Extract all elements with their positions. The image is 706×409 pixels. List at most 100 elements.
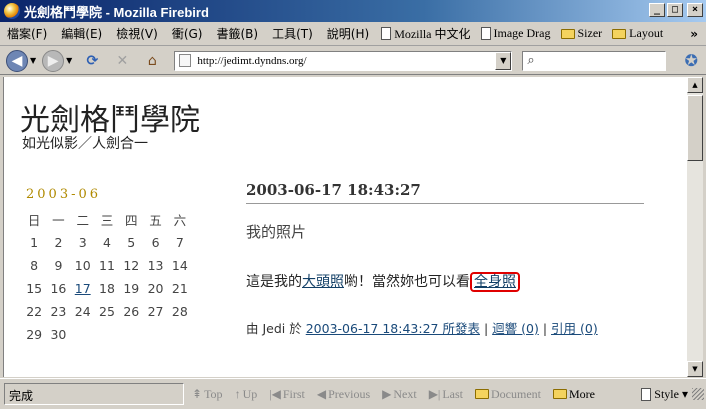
calendar-title: 2003-06	[26, 187, 102, 202]
calendar-week: 123 4 567	[22, 231, 192, 254]
vertical-scrollbar[interactable]: ▲ ▼	[687, 77, 703, 377]
sitenav-last-button[interactable]: ▶| Last	[429, 387, 463, 402]
calendar-day: 10	[74, 258, 91, 273]
firebird-icon	[4, 3, 20, 19]
calendar-day-link[interactable]: 17	[71, 281, 95, 296]
scroll-up-button[interactable]: ▲	[687, 77, 703, 93]
calendar: 2003-06 日 一 二 三 四 五 六 1 2 3 4 5 6 7 8 9 10 11 12 13 1…	[22, 187, 192, 346]
chevron-down-icon: ▾	[681, 386, 688, 401]
calendar-day: 15	[26, 281, 43, 296]
forward-arrow-icon: ▶	[47, 52, 59, 69]
style-label: Style	[654, 386, 679, 401]
sitenav-label: Top	[204, 386, 223, 401]
sitenav-glyph-icon: ↑	[234, 386, 241, 401]
sitenav-label: First	[282, 386, 305, 401]
calendar-day: 20	[147, 281, 164, 296]
sitenav-label: Next	[393, 386, 417, 401]
scroll-down-button[interactable]: ▼	[687, 361, 703, 377]
reload-icon[interactable]: ⟳	[82, 51, 102, 71]
sitenav-first-button[interactable]: |◀ First	[269, 387, 305, 402]
stop-icon[interactable]: ✕	[112, 51, 132, 71]
site-tagline: 如光似影／人劍合一	[22, 136, 148, 152]
sitenav-glyph-icon: ▶|	[428, 386, 441, 401]
minimize-button[interactable]: _	[649, 3, 665, 17]
calendar-day: 29	[26, 327, 43, 342]
bookmark-image-drag[interactable]: Image Drag	[476, 26, 556, 41]
weekday-label: 五	[149, 213, 162, 228]
calendar-day: 9	[54, 258, 63, 273]
sitenav-previous-button[interactable]: ◀ Previous	[317, 387, 370, 402]
menu-tools[interactable]: 工具(T)	[265, 25, 320, 42]
sitenav-up-button[interactable]: ↑ Up	[235, 387, 258, 402]
forward-history-dropdown[interactable]: ▼	[66, 56, 72, 65]
post-date: 2003-06-17 18:43:27	[246, 181, 644, 204]
forward-button[interactable]: ▶	[42, 49, 65, 72]
post-meta: 由 Jedi 於 2003-06-17 18:43:27 所發表 | 迴響 (0…	[246, 318, 598, 337]
sitenav-document-button[interactable]: Document	[475, 387, 541, 402]
calendar-day: 26	[123, 304, 140, 319]
calendar-day: 18	[99, 281, 115, 296]
calendar-week: 8 9 10 11 12 13 14	[22, 254, 192, 277]
menu-edit[interactable]: 編輯(E)	[54, 25, 109, 42]
post-text: 喲！當然妳也可以看	[344, 274, 470, 290]
back-button[interactable]: ◀	[6, 49, 28, 72]
weekday-label: 三	[100, 213, 114, 228]
trackbacks-link[interactable]: 引用 (0)	[551, 321, 598, 336]
title-bar: 光劍格鬥學院 - Mozilla Firebird _ □ ×	[0, 0, 706, 22]
url-input[interactable]	[197, 54, 488, 67]
status-text: 完成	[4, 383, 184, 405]
close-button[interactable]: ×	[687, 3, 703, 17]
sitenav-next-button[interactable]: ▶ Next	[382, 387, 417, 402]
replies-link[interactable]: 迴響 (0)	[492, 321, 539, 336]
sitenav-label: Document	[491, 386, 541, 401]
menu-help[interactable]: 說明(H)	[320, 25, 376, 42]
folder-icon	[612, 28, 627, 39]
folder-icon	[560, 28, 575, 39]
sitenav-top-button[interactable]: ⇞ Top	[192, 387, 223, 402]
throbber-icon[interactable]: ✪	[685, 51, 698, 70]
back-history-dropdown[interactable]: ▼	[30, 56, 36, 65]
sitenav-more-button[interactable]: More	[553, 387, 595, 402]
page-icon	[381, 27, 392, 40]
search-input[interactable]	[538, 54, 649, 67]
window-title: 光劍格鬥學院 - Mozilla Firebird	[24, 4, 209, 20]
menu-view[interactable]: 檢視(V)	[109, 25, 165, 42]
search-box[interactable]: ⌕	[522, 50, 667, 71]
bookmark-label: Mozilla 中文化	[394, 27, 471, 41]
permalink[interactable]: 2003-06-17 18:43:27 所發表	[306, 321, 480, 336]
url-dropdown-button[interactable]: ▼	[495, 51, 512, 70]
sitenav-label: Last	[442, 386, 463, 401]
style-icon	[641, 387, 652, 401]
folder-icon	[553, 389, 567, 399]
menu-file[interactable]: 檔案(F)	[0, 25, 54, 42]
menu-bar: 檔案(F) 編輯(E) 檢視(V) 衝(G) 書籤(B) 工具(T) 說明(H)…	[0, 22, 706, 46]
full-body-photo-link[interactable]: 全身照	[474, 274, 516, 290]
weekday-label: 日	[27, 213, 41, 228]
separator: |	[542, 321, 548, 336]
highlight-box: 全身照	[470, 272, 520, 292]
scroll-thumb[interactable]	[687, 95, 703, 161]
bookmark-mozilla-zh[interactable]: Mozilla 中文化	[376, 25, 475, 42]
separator: |	[483, 321, 489, 336]
back-arrow-icon: ◀	[11, 52, 23, 69]
post-text: 這是我的	[246, 274, 302, 290]
menu-bookmarks[interactable]: 書籤(B)	[209, 25, 265, 42]
site-navigation-bar: ⇞ Top ↑ Up |◀ First ◀ Previous ▶ Next ▶| Last Docume…	[192, 387, 607, 402]
bookmarks-overflow-chevron[interactable]: »	[690, 27, 698, 41]
calendar-day: 2	[54, 235, 63, 250]
bookmark-label: Image Drag	[493, 26, 551, 40]
url-bar[interactable]: ▼	[174, 50, 513, 71]
headshot-link[interactable]: 大頭照	[302, 274, 344, 290]
calendar-day: 22	[26, 304, 43, 319]
style-button[interactable]: Style ▾	[641, 387, 688, 402]
menu-go[interactable]: 衝(G)	[165, 25, 210, 42]
calendar-week: 22 23 24 25 26 27 28	[22, 300, 192, 323]
resize-grip[interactable]	[692, 388, 704, 400]
bookmark-sizer[interactable]: Sizer	[556, 26, 608, 41]
home-icon[interactable]: ⌂	[142, 51, 162, 71]
bookmark-label: Layout	[629, 26, 664, 40]
search-icon: ⌕	[527, 53, 535, 68]
bookmark-layout[interactable]: Layout	[607, 26, 668, 41]
maximize-button[interactable]: □	[667, 3, 683, 17]
page-viewport: 光劍格鬥學院 如光似影／人劍合一 2003-06 日 一 二 三 四 五 六 1…	[3, 77, 687, 377]
